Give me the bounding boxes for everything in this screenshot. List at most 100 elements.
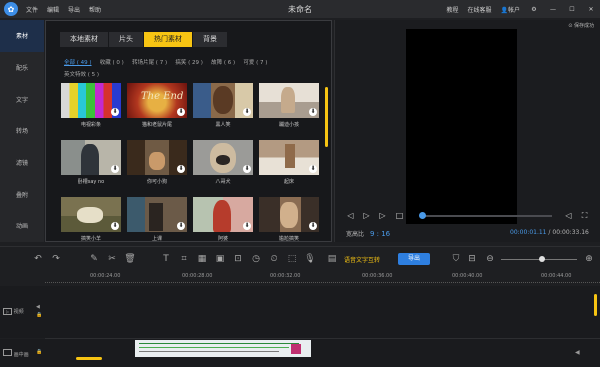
track-lock-icon[interactable]: 🔒 (36, 312, 42, 318)
download-icon[interactable]: ⬇ (177, 165, 185, 173)
menu-help[interactable]: 帮助 (89, 5, 101, 14)
thumbnail-kid: ⬇ (259, 83, 319, 118)
account-link[interactable]: 👤帐户 (501, 5, 521, 14)
undo-icon[interactable]: ↶ (32, 253, 44, 265)
playhead-marker[interactable] (594, 294, 597, 316)
play-icon[interactable]: ▷ (362, 211, 371, 220)
download-icon[interactable]: ⬇ (243, 108, 251, 116)
duration-icon[interactable]: ◷ (250, 253, 262, 265)
thumbnail-laugh: ⬇ (259, 197, 319, 232)
nav-transition[interactable]: 转场 (0, 115, 44, 147)
edit-icon[interactable]: ✎ (88, 253, 100, 265)
media-item[interactable]: ⬇ 卧槽say no (61, 140, 121, 185)
record-icon[interactable]: ⬚ (286, 253, 298, 265)
next-frame-icon[interactable]: ▷ (378, 211, 387, 220)
download-icon[interactable]: ⬇ (243, 222, 251, 230)
tab-background[interactable]: 背景 (193, 32, 227, 47)
fit-icon[interactable]: ⊟ (466, 253, 478, 265)
filter-cute[interactable]: 可爱 ( 7 ) (243, 60, 267, 66)
filter-all[interactable]: 全部 ( 49 ) (64, 60, 92, 66)
media-item[interactable]: ⬇ 电视彩条 (61, 83, 121, 128)
filter-transition-ending[interactable]: 转场片尾 ( 7 ) (132, 60, 167, 66)
settings-icon[interactable]: ⚙ (529, 6, 539, 13)
zoom-handle[interactable] (539, 256, 545, 262)
thumbnail-man-face: ⬇ (193, 83, 253, 118)
download-icon[interactable]: ⬇ (309, 108, 317, 116)
media-item[interactable]: ⬇ 起床 (259, 140, 319, 185)
minimize-icon[interactable]: — (548, 6, 558, 13)
tab-local[interactable]: 本地素材 (60, 32, 108, 47)
filter-favorites[interactable]: 收藏 ( 0 ) (100, 60, 124, 66)
timeline-ruler[interactable]: 00:00:24.00 00:00:28.00 00:00:32.00 00:0… (0, 270, 600, 286)
split-icon[interactable]: ✂ (106, 253, 118, 265)
redo-icon[interactable]: ↷ (50, 253, 62, 265)
download-icon[interactable]: ⬇ (243, 165, 251, 173)
nav-overlay[interactable]: 叠附 (0, 178, 44, 210)
volume-icon[interactable]: ◁ (564, 211, 573, 220)
download-icon[interactable]: ⬇ (309, 222, 317, 230)
track-volume-icon[interactable]: ◀ (36, 304, 40, 310)
nav-material[interactable]: 素材 (0, 20, 44, 52)
fullscreen-icon[interactable]: ⛶ (580, 211, 589, 220)
track-lock-icon[interactable]: 🔒 (36, 349, 42, 355)
speed-icon[interactable]: ⏲ (268, 253, 280, 265)
download-icon[interactable]: ⬇ (177, 222, 185, 230)
total-time: 00:00:33.16 (552, 229, 589, 236)
stop-icon[interactable]: □ (395, 211, 404, 220)
speech-to-text-button[interactable]: 语音文字互转 (344, 255, 380, 264)
mosaic-icon[interactable]: ▦ (196, 253, 208, 265)
menu-file[interactable]: 文件 (26, 5, 38, 14)
timeline-scrollbar[interactable] (76, 357, 102, 360)
seek-handle[interactable] (419, 212, 426, 219)
media-item[interactable]: ⬇ 尴尬搞笑 (259, 197, 319, 242)
crop-icon[interactable]: ⌗ (178, 253, 190, 265)
resize-icon[interactable]: ⊡ (232, 253, 244, 265)
media-item[interactable]: ⬇ 蹦迪小孩 (259, 83, 319, 128)
shield-icon[interactable]: ⛉ (450, 253, 462, 265)
speech-text-icon[interactable]: ▤ (326, 253, 338, 265)
media-tabs: 本地素材 片头 热门素材 背景 (60, 32, 228, 47)
aspect-ratio[interactable]: 宽高比 9 : 16 (346, 229, 390, 238)
export-button[interactable]: 导出 (398, 253, 430, 265)
download-icon[interactable]: ⬇ (111, 108, 119, 116)
tab-hot[interactable]: 热门素材 (144, 32, 192, 47)
media-item[interactable]: ⬇ 阿婆 (193, 197, 253, 242)
nav-music[interactable]: 配乐 (0, 52, 44, 84)
voiceover-icon[interactable]: 🎙 (304, 253, 316, 265)
timeline-clip[interactable] (135, 340, 311, 357)
freeze-icon[interactable]: ▣ (214, 253, 226, 265)
filter-funny[interactable]: 搞笑 ( 29 ) (175, 60, 203, 66)
tutorial-link[interactable]: 教程 (446, 5, 458, 14)
media-item[interactable]: ⬇ 搞笑小羊 (61, 197, 121, 242)
download-icon[interactable]: ⬇ (111, 165, 119, 173)
download-icon[interactable]: ⬇ (309, 165, 317, 173)
zoom-out-icon[interactable]: ⊖ (484, 253, 496, 265)
close-icon[interactable]: ✕ (586, 6, 596, 13)
media-item[interactable]: ⬇ 上课 (127, 197, 187, 242)
tab-intro[interactable]: 片头 (109, 32, 143, 47)
menu-edit[interactable]: 编辑 (47, 5, 59, 14)
text-icon[interactable]: T (160, 253, 172, 265)
filter-english-fx[interactable]: 英文特效 ( 5 ) (64, 72, 99, 78)
maximize-icon[interactable]: ☐ (567, 6, 577, 13)
download-icon[interactable]: ⬇ (111, 222, 119, 230)
nav-animation[interactable]: 动画 (0, 210, 44, 242)
media-item-label: 八哥犬 (215, 179, 231, 185)
nav-text[interactable]: 文字 (0, 83, 44, 115)
seek-bar[interactable] (420, 215, 552, 217)
media-item[interactable]: ⬇ 你可小狗 (127, 140, 187, 185)
zoom-in-icon[interactable]: ⊕ (583, 253, 595, 265)
menu-export[interactable]: 导出 (68, 5, 80, 14)
delete-icon[interactable]: 🗑 (124, 253, 136, 265)
media-item[interactable]: ⬇ 八哥犬 (193, 140, 253, 185)
media-scrollbar[interactable] (325, 87, 328, 147)
media-item[interactable]: The End ⬇ 猫和老鼠片尾 (127, 83, 187, 128)
download-icon[interactable]: ⬇ (177, 108, 185, 116)
online-support-link[interactable]: 在线客服 (467, 5, 491, 14)
nav-filter[interactable]: 滤镜 (0, 147, 44, 179)
filter-glitch[interactable]: 故障 ( 6 ) (211, 60, 235, 66)
video-track[interactable]: ▷ 视频 ◀ 🔒 (0, 286, 600, 338)
prev-frame-icon[interactable]: ◁ (346, 211, 355, 220)
pip-track-volume-icon[interactable]: ◀ (575, 349, 580, 356)
media-item[interactable]: ⬇ 黑人笑 (193, 83, 253, 128)
